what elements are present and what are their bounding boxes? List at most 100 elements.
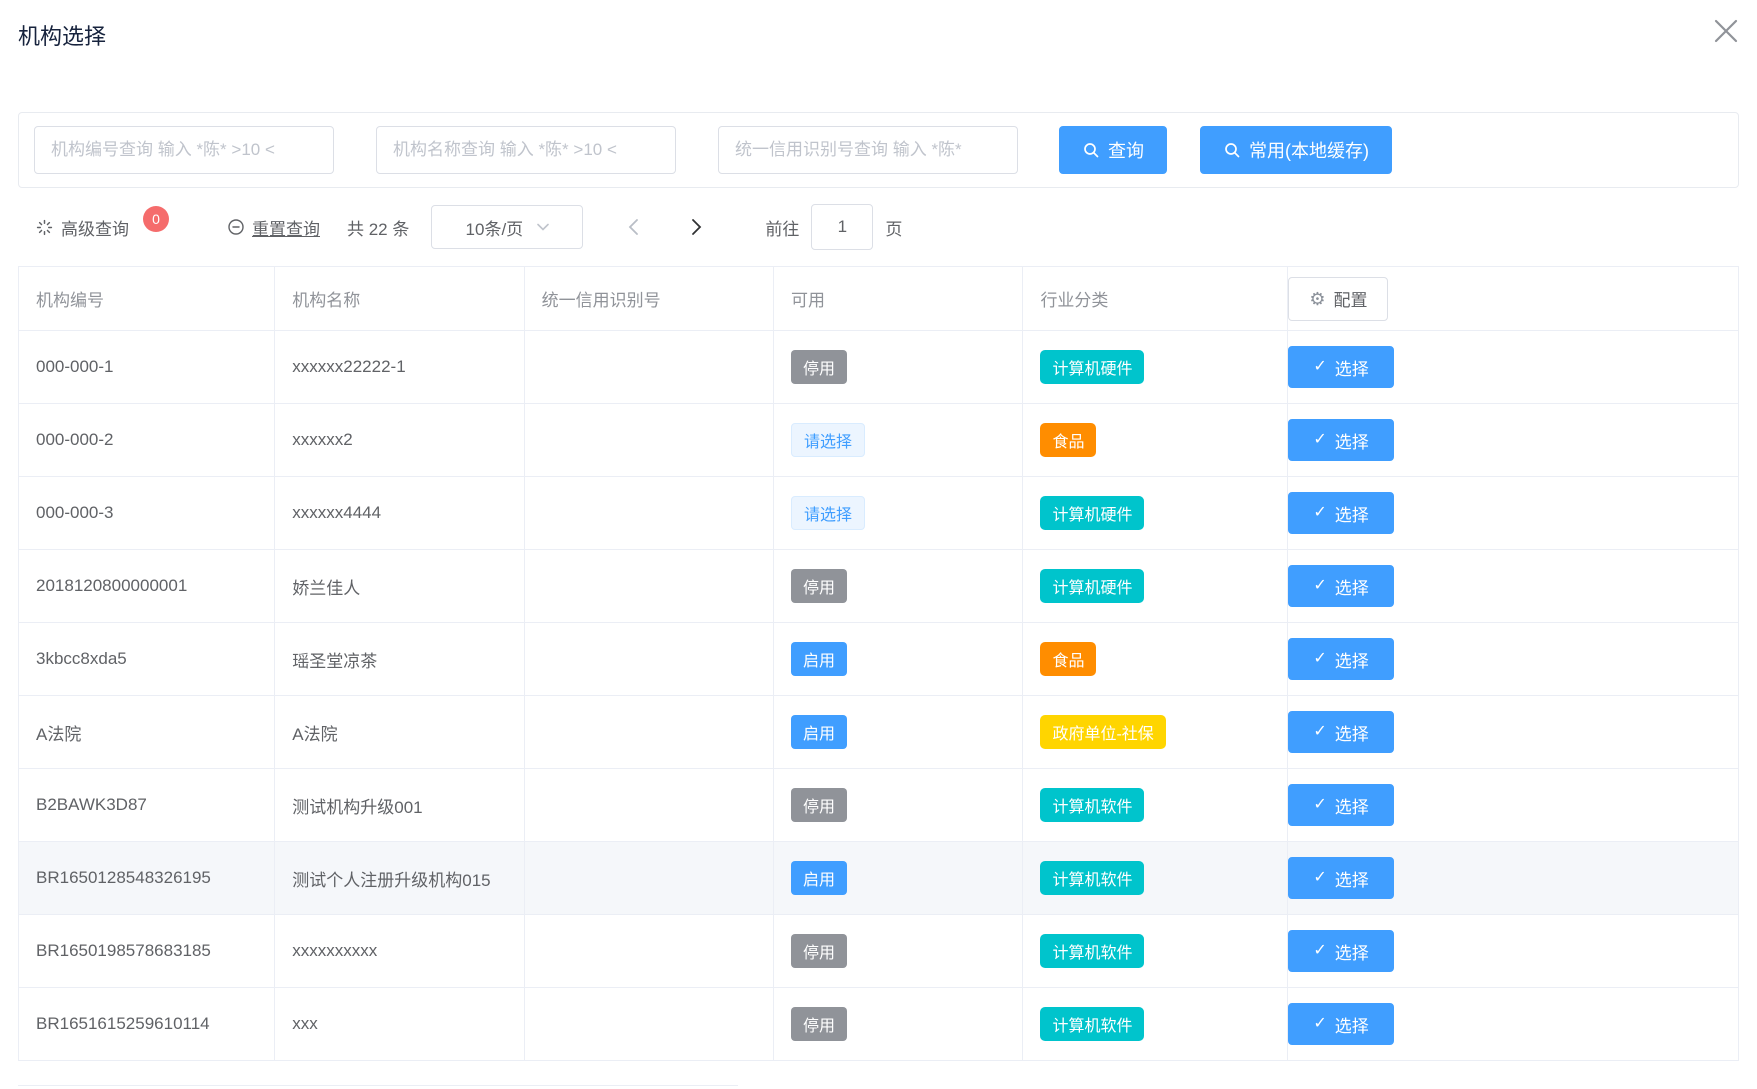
org-code-input[interactable] <box>34 126 334 174</box>
select-button[interactable]: ✓选择 <box>1288 711 1393 753</box>
cell-credit-code <box>524 915 773 988</box>
table-row: BR1650128548326195 测试个人注册升级机构015 启用 计算机软… <box>19 842 1739 915</box>
cell-credit-code <box>524 769 773 842</box>
org-table: 机构编号 机构名称 统一信用识别号 可用 行业分类 ⚙ 配置 000-000-1… <box>18 266 1739 1061</box>
check-icon: ✓ <box>1313 1016 1326 1032</box>
cell-org-name: xxxxxxxxxx <box>275 915 524 988</box>
select-button[interactable]: ✓选择 <box>1288 857 1393 899</box>
query-button-label: 查询 <box>1108 137 1144 163</box>
industry-tag: 计算机硬件 <box>1040 569 1144 603</box>
org-select-dialog: 机构选择 查询 常用(本地缓存) 高级查询 0 重置查询 共 22 条 10 <box>0 0 1757 1089</box>
config-button[interactable]: ⚙ 配置 <box>1288 277 1388 321</box>
table-header-row: 机构编号 机构名称 统一信用识别号 可用 行业分类 ⚙ 配置 <box>19 267 1739 331</box>
industry-tag: 计算机硬件 <box>1040 350 1144 384</box>
goto-page: 前往 页 <box>765 204 902 250</box>
goto-label-prefix: 前往 <box>765 215 799 240</box>
reset-query-link[interactable]: 重置查询 <box>227 215 320 240</box>
org-name-input[interactable] <box>376 126 676 174</box>
select-button[interactable]: ✓选择 <box>1288 638 1393 680</box>
prev-page-button[interactable] <box>621 212 645 242</box>
status-badge[interactable]: 启用 <box>791 715 847 749</box>
cell-org-code: A法院 <box>19 696 275 769</box>
cell-org-code: 000-000-2 <box>19 404 275 477</box>
select-button[interactable]: ✓选择 <box>1288 930 1393 972</box>
total-count: 共 22 条 <box>347 215 409 240</box>
query-button[interactable]: 查询 <box>1059 126 1167 174</box>
select-button[interactable]: ✓选择 <box>1288 565 1393 607</box>
status-badge[interactable]: 停用 <box>791 1007 847 1041</box>
col-header-action: ⚙ 配置 <box>1288 267 1739 331</box>
cell-org-code: BR1650198578683185 <box>19 915 275 988</box>
status-badge[interactable]: 停用 <box>791 569 847 603</box>
chevron-left-icon <box>627 218 639 236</box>
table-row: 3kbcc8xda5 瑶圣堂凉茶 启用 食品 ✓选择 <box>19 623 1739 696</box>
cell-org-name: xxx <box>275 988 524 1061</box>
advanced-query-badge: 0 <box>143 206 169 232</box>
table-row: BR1650198578683185 xxxxxxxxxx 停用 计算机软件 ✓… <box>19 915 1739 988</box>
status-badge[interactable]: 请选择 <box>791 423 865 457</box>
cell-org-name: 娇兰佳人 <box>275 550 524 623</box>
cell-credit-code <box>524 623 773 696</box>
status-badge[interactable]: 停用 <box>791 934 847 968</box>
pagination-toolbar: 高级查询 0 重置查询 共 22 条 10条/页 前往 页 <box>18 204 1739 250</box>
cell-org-code: 000-000-3 <box>19 477 275 550</box>
cell-org-name: A法院 <box>275 696 524 769</box>
col-header-credit-code: 统一信用识别号 <box>524 267 773 331</box>
spinner-icon <box>36 219 53 236</box>
search-panel: 查询 常用(本地缓存) <box>18 112 1739 188</box>
table-row: BR1651615259610114 xxx 停用 计算机软件 ✓选择 <box>19 988 1739 1061</box>
table-row: 000-000-1 xxxxxx22222-1 停用 计算机硬件 ✓选择 <box>19 331 1739 404</box>
industry-tag: 计算机硬件 <box>1040 496 1144 530</box>
goto-page-input[interactable] <box>811 204 873 250</box>
status-badge[interactable]: 启用 <box>791 642 847 676</box>
table-row: 000-000-3 xxxxxx4444 请选择 计算机硬件 ✓选择 <box>19 477 1739 550</box>
cell-org-name: 瑶圣堂凉茶 <box>275 623 524 696</box>
select-button[interactable]: ✓选择 <box>1288 492 1393 534</box>
select-button[interactable]: ✓选择 <box>1288 1003 1393 1045</box>
next-row-sliver <box>18 1085 738 1086</box>
check-icon: ✓ <box>1313 432 1326 448</box>
page-size-select[interactable]: 10条/页 <box>431 205 583 249</box>
close-icon[interactable] <box>1707 12 1745 50</box>
advanced-query-label: 高级查询 <box>61 215 129 240</box>
select-button[interactable]: ✓选择 <box>1288 346 1393 388</box>
cell-credit-code <box>524 988 773 1061</box>
select-button[interactable]: ✓选择 <box>1288 784 1393 826</box>
industry-tag: 计算机软件 <box>1040 1007 1144 1041</box>
next-page-button[interactable] <box>685 212 709 242</box>
cell-org-name: 测试个人注册升级机构015 <box>275 842 524 915</box>
status-badge[interactable]: 启用 <box>791 861 847 895</box>
page-size-value: 10条/页 <box>466 215 524 240</box>
check-icon: ✓ <box>1313 651 1326 667</box>
check-icon: ✓ <box>1313 724 1326 740</box>
cell-org-code: BR1650128548326195 <box>19 842 275 915</box>
industry-tag: 食品 <box>1040 642 1096 676</box>
cell-credit-code <box>524 696 773 769</box>
page-title: 机构选择 <box>18 20 1739 54</box>
search-icon <box>1223 141 1241 159</box>
chevron-down-icon <box>537 223 549 231</box>
chevron-right-icon <box>691 218 703 236</box>
status-badge[interactable]: 停用 <box>791 350 847 384</box>
col-header-org-name: 机构名称 <box>275 267 524 331</box>
check-icon: ✓ <box>1313 870 1326 886</box>
credit-code-input[interactable] <box>718 126 1018 174</box>
cell-org-code: 000-000-1 <box>19 331 275 404</box>
col-header-available: 可用 <box>774 267 1023 331</box>
cell-org-name: xxxxxx22222-1 <box>275 331 524 404</box>
cell-credit-code <box>524 331 773 404</box>
status-badge[interactable]: 停用 <box>791 788 847 822</box>
col-header-org-code: 机构编号 <box>19 267 275 331</box>
cell-org-code: B2BAWK3D87 <box>19 769 275 842</box>
advanced-query-link[interactable]: 高级查询 0 <box>36 214 169 240</box>
common-cache-button[interactable]: 常用(本地缓存) <box>1200 126 1392 174</box>
cell-credit-code <box>524 404 773 477</box>
gear-icon: ⚙ <box>1309 290 1325 308</box>
check-icon: ✓ <box>1313 943 1326 959</box>
search-icon <box>1082 141 1100 159</box>
goto-label-suffix: 页 <box>885 215 902 240</box>
status-badge[interactable]: 请选择 <box>791 496 865 530</box>
select-button[interactable]: ✓选择 <box>1288 419 1393 461</box>
reset-query-label: 重置查询 <box>252 215 320 240</box>
check-icon: ✓ <box>1313 359 1326 375</box>
